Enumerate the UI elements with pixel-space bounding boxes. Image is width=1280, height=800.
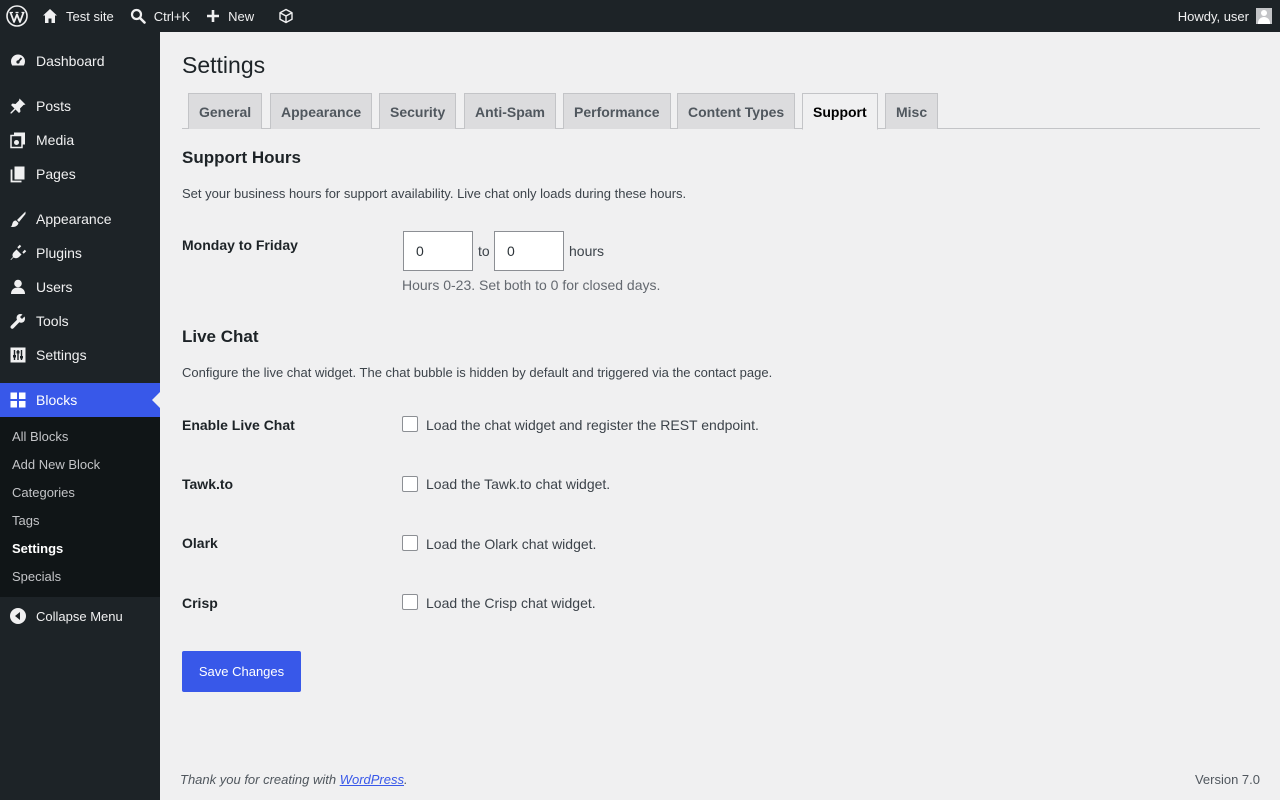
account-menu[interactable]: Howdy, user xyxy=(1170,0,1280,32)
crisp-description[interactable]: Load the Crisp chat widget. xyxy=(426,595,596,611)
pin-icon xyxy=(0,97,36,115)
version-text: Version 7.0 xyxy=(1194,772,1260,787)
collapse-menu-label: Collapse Menu xyxy=(36,608,123,624)
new-label: New xyxy=(228,8,255,24)
crisp-label: Crisp xyxy=(182,595,218,611)
tab-performance[interactable]: Performance xyxy=(563,93,671,129)
sidebar-item-label: Blocks xyxy=(36,392,78,408)
plus-icon xyxy=(207,10,220,22)
site-name-link[interactable]: Test site xyxy=(34,0,122,32)
support-hours-heading: Support Hours xyxy=(182,148,301,167)
sidebar-item-plugins[interactable]: Plugins xyxy=(0,236,160,270)
avatar xyxy=(1256,8,1272,24)
howdy-label: Howdy, user xyxy=(1177,8,1249,24)
olark-description[interactable]: Load the Olark chat widget. xyxy=(426,536,596,552)
media-icon xyxy=(0,131,36,149)
submenu-item-add-new-block[interactable]: Add New Block xyxy=(12,457,100,472)
brush-icon xyxy=(0,210,36,228)
hours-hint: Hours 0-23. Set both to 0 for closed day… xyxy=(402,277,661,293)
new-content-button[interactable]: New xyxy=(198,0,262,32)
blocks-submenu: All Blocks Add New Block Categories Tags… xyxy=(0,417,160,597)
enable-live-chat-description[interactable]: Load the chat widget and register the RE… xyxy=(426,417,759,433)
sidebar-item-label: Dashboard xyxy=(36,53,105,69)
plug-icon xyxy=(0,244,36,262)
sidebar-item-label: Pages xyxy=(36,166,76,182)
monday-friday-label: Monday to Friday xyxy=(182,237,298,253)
submenu-item-categories[interactable]: Categories xyxy=(12,485,75,500)
sidebar-item-label: Posts xyxy=(36,98,72,114)
live-chat-description: Configure the live chat widget. The chat… xyxy=(182,365,773,380)
sidebar-item-media[interactable]: Media xyxy=(0,123,160,157)
home-icon xyxy=(43,9,57,23)
sidebar-item-users[interactable]: Users xyxy=(0,270,160,304)
tab-anti-spam[interactable]: Anti-Spam xyxy=(464,93,556,129)
sidebar-item-posts[interactable]: Posts xyxy=(0,89,160,123)
submenu-item-all-blocks[interactable]: All Blocks xyxy=(12,429,68,444)
sidebar-item-label: Settings xyxy=(36,347,87,363)
footer-thanks-prefix: Thank you for creating with xyxy=(180,772,340,787)
sidebar-item-label: Appearance xyxy=(36,211,112,227)
enable-live-chat-label: Enable Live Chat xyxy=(182,417,295,433)
footer-thanks-suffix: . xyxy=(404,772,408,787)
tawkto-checkbox[interactable] xyxy=(402,476,418,492)
save-changes-button[interactable]: Save Changes xyxy=(182,651,301,692)
tab-appearance[interactable]: Appearance xyxy=(270,93,373,129)
search-shortcut-label: Ctrl+K xyxy=(153,8,191,24)
tab-content-types[interactable]: Content Types xyxy=(677,93,796,129)
cube-button[interactable] xyxy=(262,0,302,32)
tab-support[interactable]: Support xyxy=(802,93,878,130)
command-palette-button[interactable]: Ctrl+K xyxy=(122,0,198,32)
settings-tabs: General Appearance Security Anti-Spam Pe… xyxy=(182,93,1260,130)
site-name-label: Test site xyxy=(66,8,114,24)
collapse-menu-button[interactable]: Collapse Menu xyxy=(0,599,160,633)
hours-unit-text: hours xyxy=(569,243,605,259)
olark-label: Olark xyxy=(182,535,218,551)
cube-icon xyxy=(279,8,293,24)
tawkto-label: Tawk.to xyxy=(182,476,234,492)
sidebar-item-appearance[interactable]: Appearance xyxy=(0,202,160,236)
hours-to-text: to xyxy=(478,243,490,259)
wrench-icon xyxy=(0,312,36,330)
support-hours-description: Set your business hours for support avai… xyxy=(182,186,687,201)
collapse-arrow-icon xyxy=(0,607,36,625)
hours-to-input[interactable] xyxy=(494,231,564,271)
main-content: Settings General Appearance Security Ant… xyxy=(160,32,1280,800)
tab-general[interactable]: General xyxy=(188,93,263,129)
sidebar-item-dashboard[interactable]: Dashboard xyxy=(0,44,160,78)
sidebar-item-label: Plugins xyxy=(36,245,82,261)
enable-live-chat-checkbox[interactable] xyxy=(402,416,418,432)
sidebar-item-settings[interactable]: Settings xyxy=(0,338,160,372)
dashboard-icon xyxy=(0,52,36,70)
submenu-item-settings[interactable]: Settings xyxy=(12,541,63,556)
sidebar-item-pages[interactable]: Pages xyxy=(0,157,160,191)
blocks-icon xyxy=(0,391,36,409)
sidebar-item-tools[interactable]: Tools xyxy=(0,304,160,338)
live-chat-heading: Live Chat xyxy=(182,327,259,346)
crisp-checkbox[interactable] xyxy=(402,594,418,610)
footer-thanks: Thank you for creating with WordPress. xyxy=(180,772,408,787)
sidebar-item-label: Tools xyxy=(36,313,69,329)
page-title: Settings xyxy=(182,52,266,78)
olark-checkbox[interactable] xyxy=(402,535,418,551)
submenu-item-specials[interactable]: Specials xyxy=(12,569,61,584)
hours-from-input[interactable] xyxy=(403,231,473,271)
user-icon xyxy=(0,278,36,296)
wordpress-link[interactable]: WordPress xyxy=(340,772,404,787)
admin-menu: Dashboard Posts Media Pages Appearance P… xyxy=(0,32,160,800)
sidebar-item-label: Media xyxy=(36,132,75,148)
admin-bar: Test site Ctrl+K New Howdy, user xyxy=(0,0,1280,32)
wordpress-logo-icon[interactable] xyxy=(0,0,34,32)
sidebar-item-blocks[interactable]: Blocks xyxy=(0,383,160,417)
tawkto-description[interactable]: Load the Tawk.to chat widget. xyxy=(426,476,610,492)
settings-icon xyxy=(0,346,36,364)
tab-misc[interactable]: Misc xyxy=(885,93,939,129)
pages-icon xyxy=(0,165,36,183)
search-icon xyxy=(130,8,146,24)
sidebar-item-label: Users xyxy=(36,279,73,295)
tab-security[interactable]: Security xyxy=(379,93,457,129)
submenu-item-tags[interactable]: Tags xyxy=(12,513,39,528)
